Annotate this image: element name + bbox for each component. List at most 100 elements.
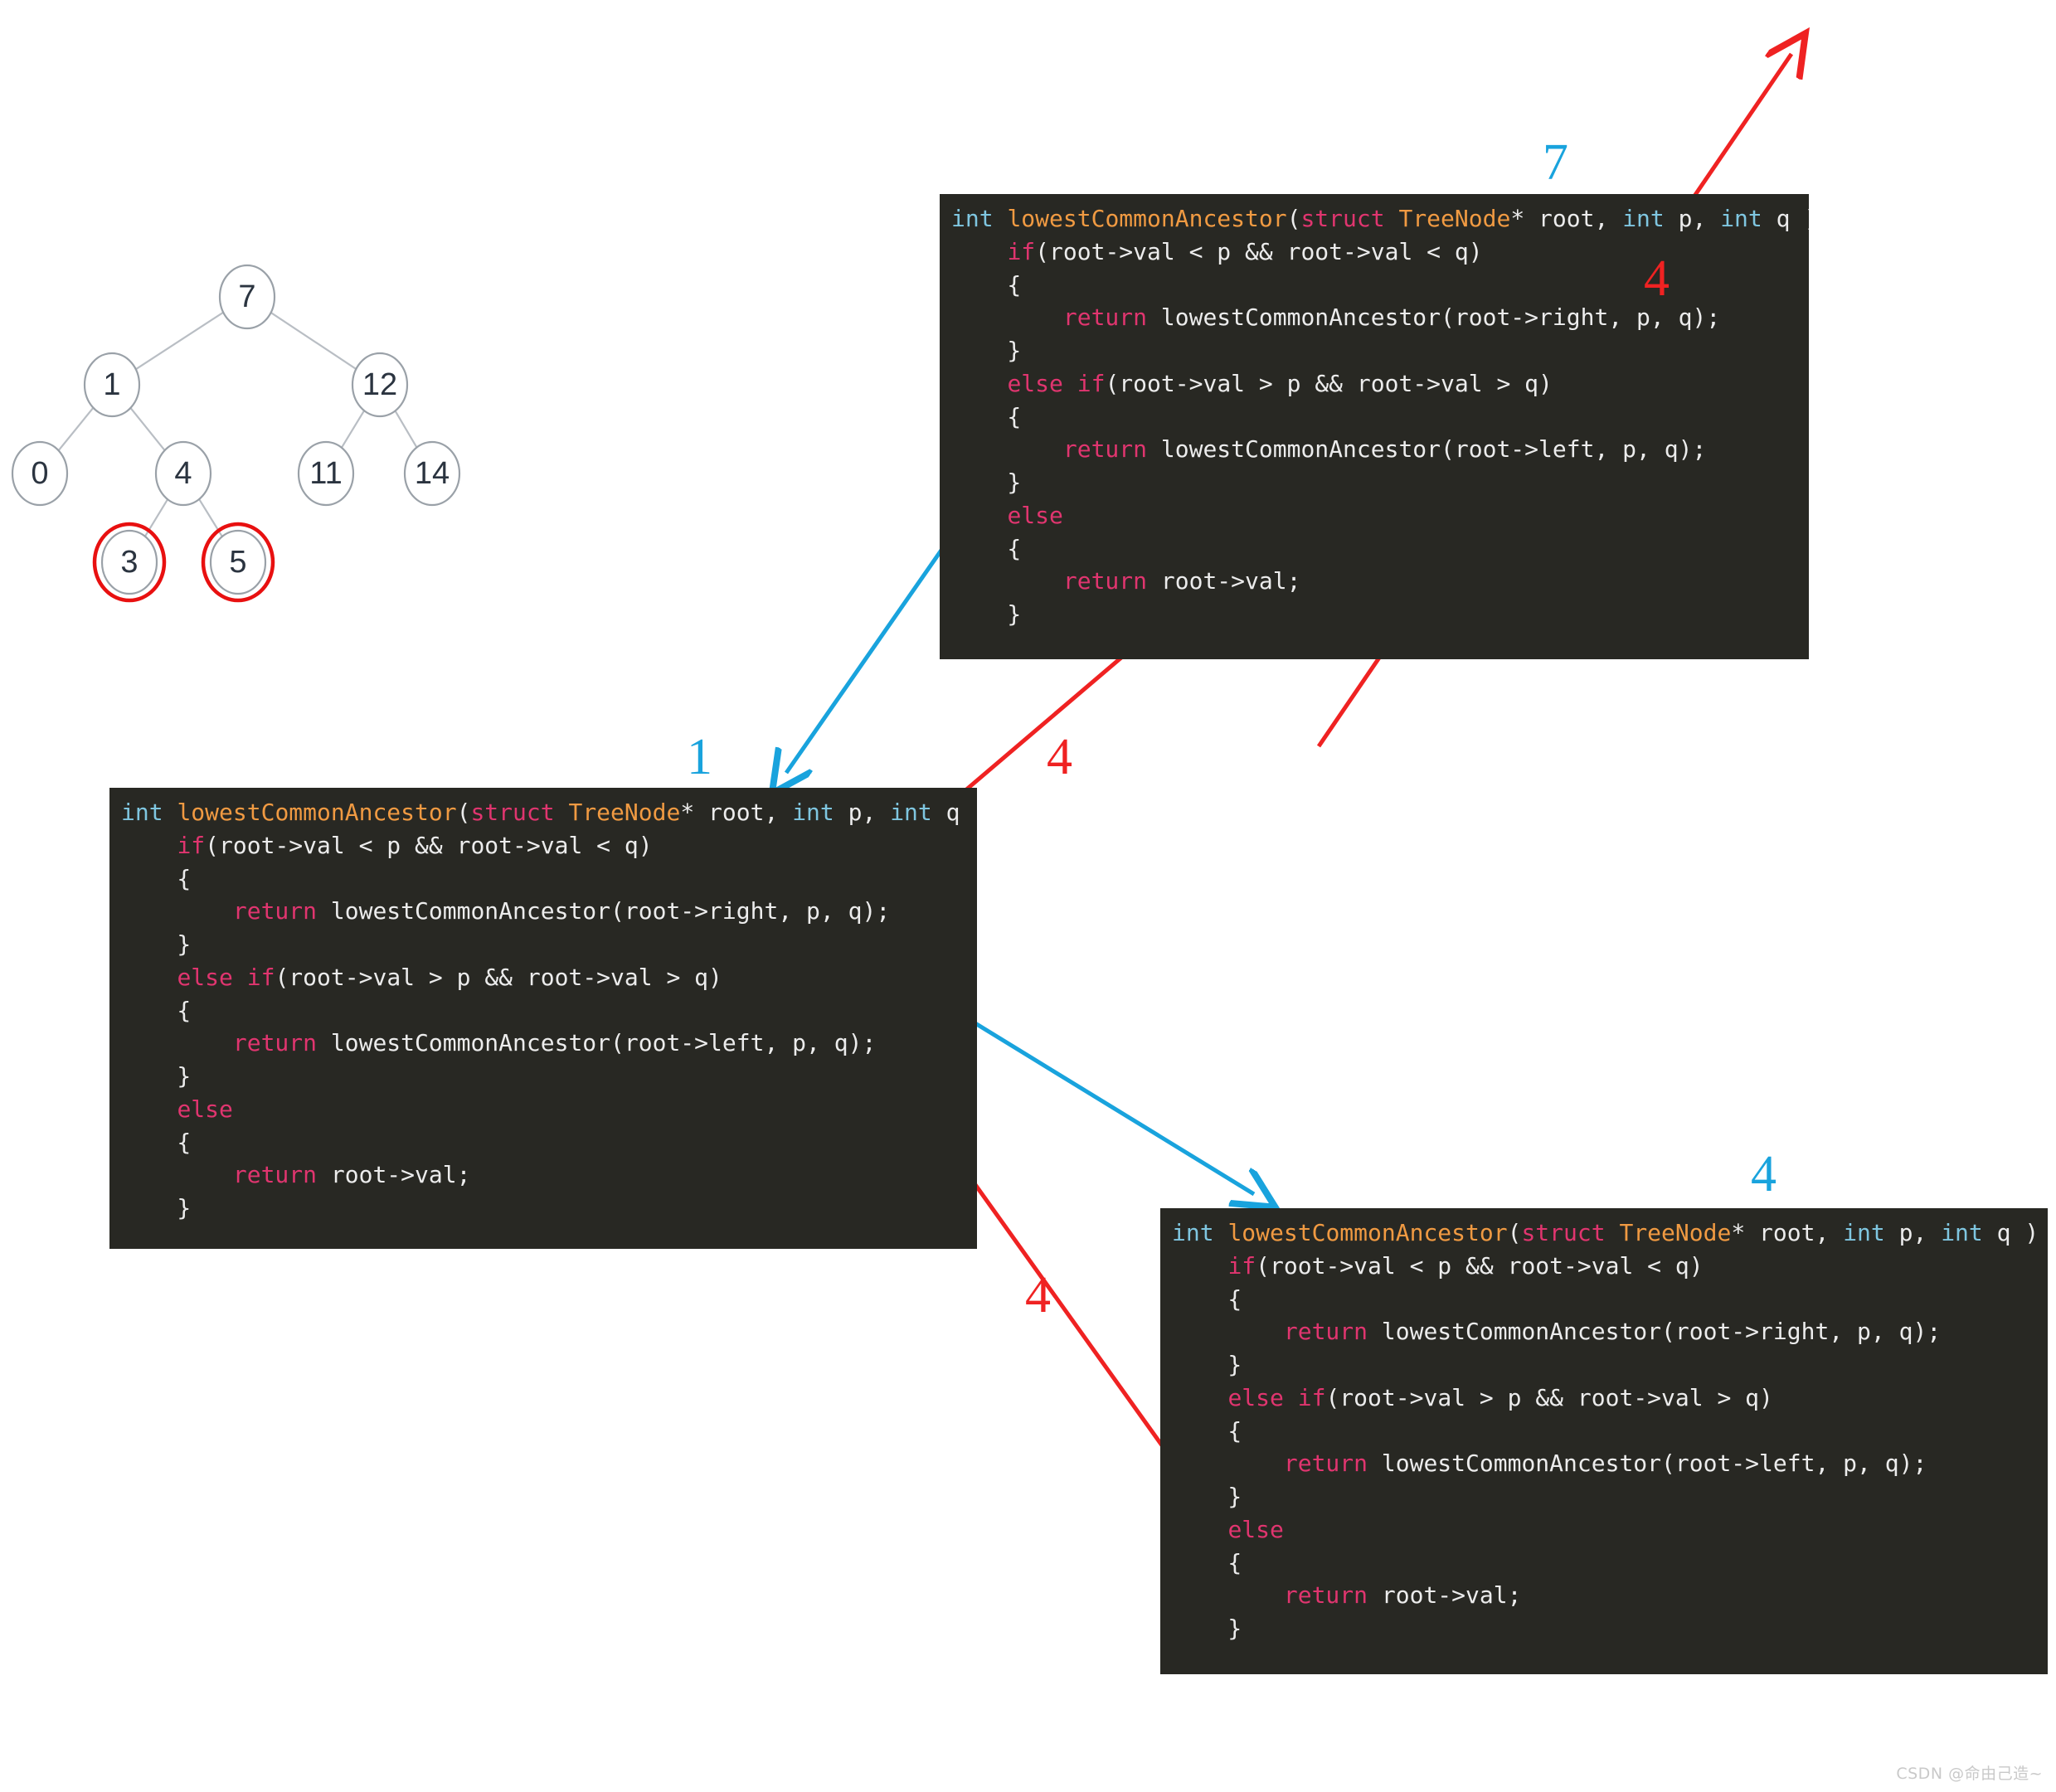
code-token: if [177,831,206,859]
diagram-canvas: 7 1 12 0 4 11 14 3 5 int lowestCommonAncestor(st… [0,0,2056,1792]
code-token: if [1077,369,1106,397]
code-token: p, [1884,1219,1942,1246]
code-token: { [121,864,192,892]
code-token: TreeNode [568,799,681,826]
code-token: return [1283,1318,1368,1346]
code-token: int [951,205,994,232]
code-token: return [232,897,318,925]
code-token: (root->val > p && root->val > q) [1325,1383,1773,1411]
bst-node-label: 12 [362,367,397,402]
code-line: else if(root->val > p && root->val > q) [121,961,977,994]
bst-node-label: 5 [229,545,246,580]
code-token: int [890,799,932,826]
code-token: else [1227,1383,1284,1411]
code-line: int lowestCommonAncestor(struct TreeNode… [951,202,1809,236]
code-token: { [1172,1548,1242,1576]
code-token: if [1227,1251,1256,1280]
code-token: int [1843,1219,1885,1246]
code-token: lowestCommonAncestor [1007,205,1287,232]
bst-node-label: 1 [103,367,120,402]
annotation-label-7: 7 [1543,134,1568,191]
code-line: return lowestCommonAncestor(root->left, … [121,1027,977,1060]
code-token: struct [470,799,555,826]
code-token: (root->val > p && root->val > q) [275,963,722,991]
code-token: { [121,996,192,1024]
code-token: TreeNode [1398,205,1511,232]
code-token: * root, [680,799,793,826]
code-token: { [951,534,1022,562]
code-token: p, [834,799,891,826]
code-token: * root, [1731,1219,1844,1246]
bst-node-label: 11 [309,456,342,491]
code-token: } [951,600,1022,628]
bst-node-group: 7 1 12 0 4 11 14 3 5 [11,264,461,603]
code-token: (root->val < p && root->val < q) [1256,1251,1704,1280]
code-token: q ) [945,799,977,826]
code-token: } [951,337,1022,364]
code-token: return [1283,1581,1368,1610]
annotation-label-4-right: 4 [1751,1146,1777,1202]
code-token: return [1283,1450,1368,1478]
code-line: } [121,928,977,961]
bst-edge [340,410,366,449]
code-token: else [177,963,233,991]
code-line: } [1172,1612,2048,1645]
code-token: lowestCommonAncestor(root->left, p, q); [1147,435,1707,464]
code-line: return lowestCommonAncestor(root->left, … [951,433,1809,466]
code-line: { [1172,1547,2048,1580]
code-line: } [951,466,1809,499]
code-line: { [1172,1415,2048,1448]
code-token: return [232,1161,318,1189]
code-line: return root->val; [951,565,1809,598]
code-token: struct [1521,1219,1606,1246]
code-line: return lowestCommonAncestor(root->left, … [1172,1447,2048,1480]
code-token: q ) [1982,1219,2039,1246]
code-line: if(root->val < p && root->val < q) [121,829,977,862]
annotation-label-1: 1 [687,729,712,785]
code-token: lowestCommonAncestor(root->left, p, q); [1368,1450,1927,1478]
code-token: { [1172,1416,1242,1445]
bst-svg: 7 1 12 0 4 11 14 3 5 [11,264,461,603]
code-line: { [121,994,977,1027]
bst-edge [270,312,357,370]
code-line: { [951,269,1809,302]
code-line: } [121,1060,977,1093]
bst-diagram: 7 1 12 0 4 11 14 3 5 [0,158,780,721]
code-token: (root->val > p && root->val > q) [1105,369,1553,397]
code-line: } [1172,1348,2048,1382]
code-token: q ) [1776,205,1809,232]
code-line: return root->val; [121,1158,977,1192]
code-line: } [121,1192,977,1225]
bst-node-label: 3 [120,545,138,580]
code-token: else [1227,1515,1284,1543]
code-line: } [1172,1480,2048,1513]
code-token: root->val; [1368,1581,1522,1610]
code-token: int [121,799,163,826]
code-line: return lowestCommonAncestor(root->right,… [1172,1315,2048,1348]
code-token: p, [1664,205,1721,232]
code-token: TreeNode [1619,1219,1732,1246]
